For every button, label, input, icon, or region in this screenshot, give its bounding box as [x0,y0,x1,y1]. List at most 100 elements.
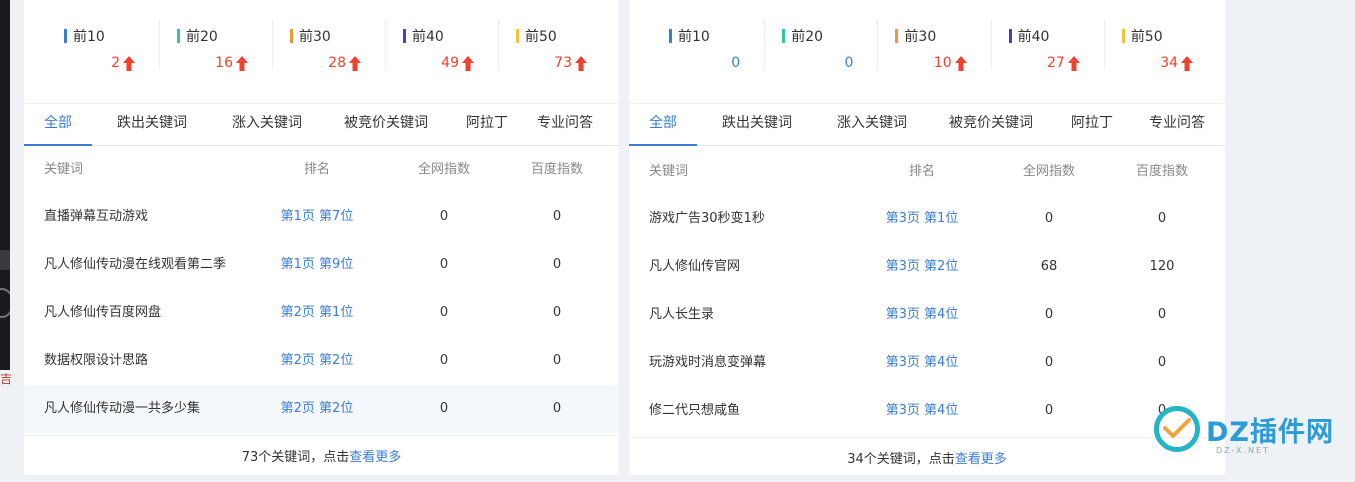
stat-value-text[interactable]: 34 [1160,55,1178,71]
all-index-cell: 0 [439,401,449,416]
keyword-cell: 数据权限设计思路 [44,353,149,368]
arrow-up-icon [575,55,587,71]
stat-color-bar [669,29,672,43]
all-index-cell: 0 [1044,355,1054,370]
stat-color-bar [895,29,899,43]
tab-0[interactable]: 全部 [629,104,697,146]
stat-value-text[interactable]: 27 [1047,55,1065,71]
keyword-cell: 凡人修仙传动漫在线观看第二季 [44,257,227,272]
watermark-subtext: DZ-X.NET [1216,446,1270,455]
stat-item: 前50 73 [498,12,611,82]
stat-value[interactable]: 10 [934,55,967,71]
stat-label-text: 前30 [904,29,937,45]
column-header: 百度指数 [530,162,583,177]
tab-2[interactable]: 涨入关键词 [212,104,322,144]
tab-1[interactable]: 跌出关键词 [92,104,212,144]
keyword-cell: 直播弹幕互动游戏 [44,209,149,224]
tab-5[interactable]: 专业问答 [524,104,606,144]
stat-label: 前20 [177,26,218,46]
all-index-cell: 0 [1044,403,1054,418]
stat-value[interactable]: 34 [1160,55,1194,71]
stat-value-text[interactable]: 49 [441,55,459,71]
stat-value[interactable]: 0 [844,55,853,71]
watermark-text: DZ插件网 [1206,417,1334,448]
rank-link[interactable]: 第3页 第4位 [857,291,987,339]
stat-value-text[interactable]: 10 [934,55,952,71]
tab-4[interactable]: 阿拉丁 [450,104,524,144]
table-row[interactable]: 直播弹幕互动游戏 第1页 第7位 0 0 [24,193,619,241]
tab-3[interactable]: 被竞价关键词 [927,104,1055,144]
stat-value-text[interactable]: 0 [731,55,740,71]
stat-value[interactable]: 49 [441,55,474,71]
tab-3[interactable]: 被竞价关键词 [322,104,450,144]
rank-link[interactable]: 第2页 第2位 [252,385,382,433]
baidu-index-cell: 0 [1157,211,1167,226]
stat-value[interactable]: 2 [111,55,135,71]
table-row[interactable]: 凡人修仙传百度网盘 第2页 第1位 0 0 [24,289,619,337]
rank-link[interactable]: 第3页 第4位 [857,339,987,387]
arrow-up-icon [954,55,967,71]
keyword-count-text: 73个关键词，点击 [241,450,350,465]
stat-label: 前40 [1008,26,1050,46]
tab-4[interactable]: 阿拉丁 [1055,104,1129,144]
all-index-cell: 0 [439,257,449,272]
table-header: 关键词 排名 全网指数 百度指数 [24,150,619,190]
table-row[interactable]: 玩游戏时消息变弹幕 第3页 第4位 0 0 [629,339,1225,387]
stat-item: 前20 0 [764,12,877,82]
stat-value-text[interactable]: 2 [111,55,120,71]
keyword-count-text: 34个关键词，点击 [847,452,955,467]
stat-value-text[interactable]: 73 [554,55,572,71]
stat-value-text[interactable]: 0 [844,55,853,71]
rank-link[interactable]: 第2页 第1位 [252,289,382,337]
stat-label-text: 前20 [186,29,218,45]
view-more-link[interactable]: 查看更多 [955,452,1007,467]
stat-value[interactable]: 73 [554,55,587,71]
stat-value-text[interactable]: 16 [215,55,233,71]
stat-value[interactable]: 16 [215,55,248,71]
table-row[interactable]: 凡人修仙传动漫一共多少集 第2页 第2位 0 0 [24,385,619,433]
baidu-index-cell: 0 [552,353,562,368]
rank-link[interactable]: 第3页 第2位 [857,243,987,291]
table-row[interactable]: 修二代只想咸鱼 第3页 第4位 0 0 [629,387,1225,435]
stat-label-text: 前50 [1130,29,1163,45]
table-row[interactable]: 凡人长生录 第3页 第4位 0 0 [629,291,1225,339]
view-more-link[interactable]: 查看更多 [349,450,401,465]
keyword-cell: 凡人修仙传百度网盘 [44,305,162,320]
table-row[interactable]: 凡人修仙传官网 第3页 第2位 68 120 [629,243,1225,291]
rank-link[interactable]: 第2页 第2位 [252,337,382,385]
tab-bar: 全部 跌出关键词 涨入关键词 被竞价关键词 阿拉丁 专业问答 [629,104,1225,146]
stat-value[interactable]: 0 [731,55,740,71]
rank-link[interactable]: 第1页 第9位 [252,241,382,289]
table-row[interactable]: 凡人修仙传动漫在线观看第二季 第1页 第9位 0 0 [24,241,619,289]
tab-2[interactable]: 涨入关键词 [817,104,927,144]
stat-label-text: 前40 [1017,29,1050,45]
rank-link[interactable]: 第1页 第7位 [252,193,382,241]
stat-label-text: 前40 [412,29,444,45]
stat-item: 前10 0 [651,12,764,82]
rank-link[interactable]: 第3页 第1位 [857,195,987,243]
stat-item: 前30 28 [272,12,385,82]
all-index-cell: 0 [439,209,449,224]
arrow-up-icon [462,55,474,71]
left-edge-ring [0,288,10,318]
column-header: 排名 [303,162,330,177]
tab-0[interactable]: 全部 [24,104,92,146]
stat-item: 前40 49 [385,12,498,82]
stat-color-bar [516,29,519,43]
tab-5[interactable]: 专业问答 [1129,104,1225,144]
keyword-cell: 修二代只想咸鱼 [649,403,741,418]
stat-label-text: 前10 [678,29,710,45]
stat-value[interactable]: 28 [328,55,361,71]
stat-color-bar [403,29,406,43]
stat-label-text: 前50 [525,29,557,45]
table-row[interactable]: 游戏广告30秒变1秒 第3页 第1位 0 0 [629,195,1225,243]
rank-link[interactable]: 第3页 第4位 [857,387,987,435]
all-index-cell: 0 [1044,307,1054,322]
stat-value[interactable]: 27 [1047,55,1080,71]
stat-value-text[interactable]: 28 [328,55,346,71]
tab-1[interactable]: 跌出关键词 [697,104,817,144]
all-index-cell: 0 [1044,211,1054,226]
table-row[interactable]: 数据权限设计思路 第2页 第2位 0 0 [24,337,619,385]
column-header: 全网指数 [417,162,470,177]
stat-color-bar [64,29,67,43]
